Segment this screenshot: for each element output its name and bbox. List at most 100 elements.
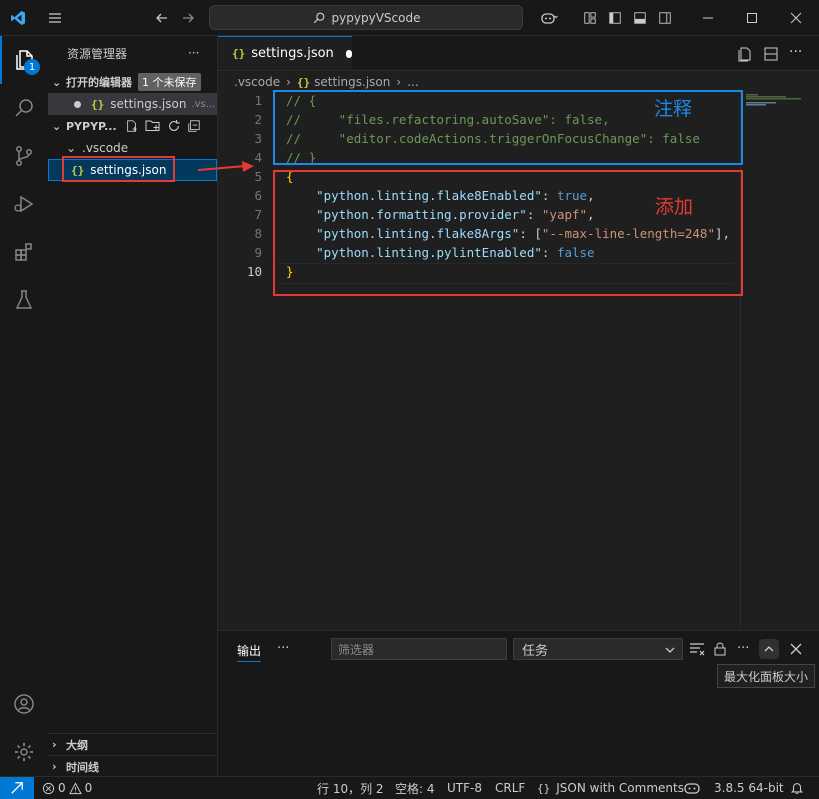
chevron-right-icon: ›	[52, 760, 57, 773]
activity-bar: 1	[0, 36, 49, 776]
customize-layout-icon[interactable]	[580, 0, 600, 35]
toggle-sidebar-icon[interactable]	[604, 0, 626, 35]
more-actions-icon[interactable]: ···	[188, 46, 199, 60]
cursor-position[interactable]: 行 10，列 2	[317, 777, 384, 799]
close-window-icon[interactable]	[776, 0, 816, 35]
explorer-badge: 1	[24, 59, 40, 75]
chevron-right-icon: ›	[286, 75, 291, 89]
json-file-icon: {}	[232, 47, 246, 60]
forward-arrow-icon[interactable]	[176, 0, 200, 35]
maximize-window-icon[interactable]	[732, 0, 772, 35]
line-number: 3	[254, 131, 262, 146]
open-editors-label: 打开的编辑器	[66, 76, 132, 89]
unsaved-badge: 1 个未保存	[138, 73, 201, 91]
search-view-icon[interactable]	[0, 84, 48, 132]
problems-indicator[interactable]: 0 0	[42, 777, 92, 799]
maximize-panel-tooltip: 最大化面板大小	[717, 664, 815, 688]
testing-flask-icon[interactable]	[0, 276, 48, 324]
maximize-panel-button[interactable]	[759, 639, 779, 659]
add-annotation-label: 添加	[655, 196, 694, 218]
more-actions-icon[interactable]: ···	[737, 641, 749, 656]
unsaved-dot-icon[interactable]	[345, 49, 352, 58]
chevron-right-icon: ›	[52, 738, 57, 751]
lock-scroll-icon[interactable]	[713, 641, 727, 657]
copilot-icon[interactable]	[532, 0, 566, 35]
tab-output[interactable]: 输出	[237, 639, 262, 662]
new-folder-icon[interactable]	[145, 119, 161, 133]
open-editor-item[interactable]: {} settings.json .vs...	[48, 93, 217, 115]
more-actions-icon[interactable]: ···	[789, 44, 802, 60]
line-number: 7	[254, 207, 262, 222]
add-annotation-box	[273, 170, 743, 296]
close-panel-icon[interactable]	[790, 643, 802, 655]
menu-icon[interactable]	[42, 0, 68, 35]
output-channel-select[interactable]: 任务	[513, 638, 683, 660]
open-editors-section[interactable]: ⌄ 打开的编辑器 1 个未保存	[48, 71, 217, 93]
outline-label: 大纲	[66, 738, 88, 752]
unsaved-dot-icon	[74, 100, 81, 108]
timeline-section[interactable]: › 时间线	[48, 755, 217, 777]
collapse-all-icon[interactable]	[187, 119, 201, 133]
clear-output-icon[interactable]	[689, 642, 705, 656]
copilot-status-icon[interactable]	[684, 777, 700, 799]
encoding[interactable]: UTF-8	[447, 777, 482, 799]
chevron-right-icon: ›	[396, 75, 402, 89]
filter-input[interactable]: 筛选器	[331, 638, 507, 660]
explorer-sidebar: 资源管理器 ··· ⌄ 打开的编辑器 1 个未保存 {} settings.js…	[48, 36, 218, 776]
toggle-secondary-sidebar-icon[interactable]	[654, 0, 676, 35]
new-file-icon[interactable]	[125, 119, 139, 133]
search-icon	[313, 12, 324, 23]
refresh-icon[interactable]	[167, 119, 181, 133]
timeline-label: 时间线	[66, 760, 99, 774]
breadcrumb: .vscode › {} settings.json › ...	[218, 72, 819, 92]
workspace-section[interactable]: ⌄ PYPYP...	[48, 115, 217, 137]
filter-placeholder: 筛选器	[338, 642, 375, 657]
search-text: pypypyVScode	[331, 10, 421, 25]
more-actions-icon[interactable]: ···	[277, 641, 289, 656]
breadcrumb-item[interactable]: settings.json	[314, 75, 390, 89]
toggle-panel-icon[interactable]	[629, 0, 651, 35]
settings-gear-icon[interactable]	[0, 728, 48, 776]
command-center-search[interactable]: pypypyVScode	[209, 5, 523, 30]
open-file-path: .vs...	[191, 98, 216, 110]
accounts-icon[interactable]	[0, 680, 48, 728]
remote-indicator[interactable]	[0, 777, 34, 799]
minimize-window-icon[interactable]	[688, 0, 728, 35]
warning-count: 0	[84, 781, 93, 795]
warning-icon	[68, 781, 82, 794]
annotation-arrow-icon	[197, 161, 254, 172]
error-count: 0	[58, 781, 66, 795]
chevron-down-icon: ⌄	[66, 141, 77, 155]
title-bar: pypypyVScode	[0, 0, 819, 36]
open-file-name: settings.json	[110, 97, 187, 111]
line-number: 6	[254, 188, 262, 203]
chevron-up-icon	[764, 646, 774, 652]
line-number: 10	[246, 264, 262, 279]
line-number: 9	[254, 245, 262, 260]
back-arrow-icon[interactable]	[150, 0, 174, 35]
explorer-icon[interactable]: 1	[0, 36, 48, 84]
chevron-down-icon: ⌄	[52, 119, 62, 133]
split-editor-icon[interactable]	[763, 46, 779, 62]
open-settings-ui-icon[interactable]	[737, 46, 753, 62]
language-mode[interactable]: {} JSON with Comments	[537, 777, 684, 799]
chevron-down-icon	[665, 647, 675, 653]
tab-settings-json[interactable]: {} settings.json	[218, 36, 352, 70]
python-interpreter[interactable]: 3.8.5 64-bit	[714, 777, 784, 799]
breadcrumb-item[interactable]: ...	[407, 75, 418, 89]
notifications-bell-icon[interactable]	[790, 777, 804, 799]
chevron-down-icon: ⌄	[52, 75, 62, 89]
folder-name: .vscode	[82, 141, 129, 155]
json-file-icon: {}	[91, 97, 105, 111]
braces-icon: {}	[537, 781, 551, 795]
breadcrumb-item[interactable]: .vscode	[234, 75, 280, 89]
indentation[interactable]: 空格: 4	[395, 777, 435, 799]
outline-section[interactable]: › 大纲	[48, 733, 217, 755]
source-control-icon[interactable]	[0, 132, 48, 180]
end-of-line[interactable]: CRLF	[495, 777, 525, 799]
extensions-icon[interactable]	[0, 228, 48, 276]
remote-icon	[11, 782, 23, 794]
bottom-panel: 输出 ··· 筛选器 任务 ···	[218, 630, 819, 777]
minimap[interactable]	[746, 94, 806, 108]
run-debug-icon[interactable]	[0, 180, 48, 228]
